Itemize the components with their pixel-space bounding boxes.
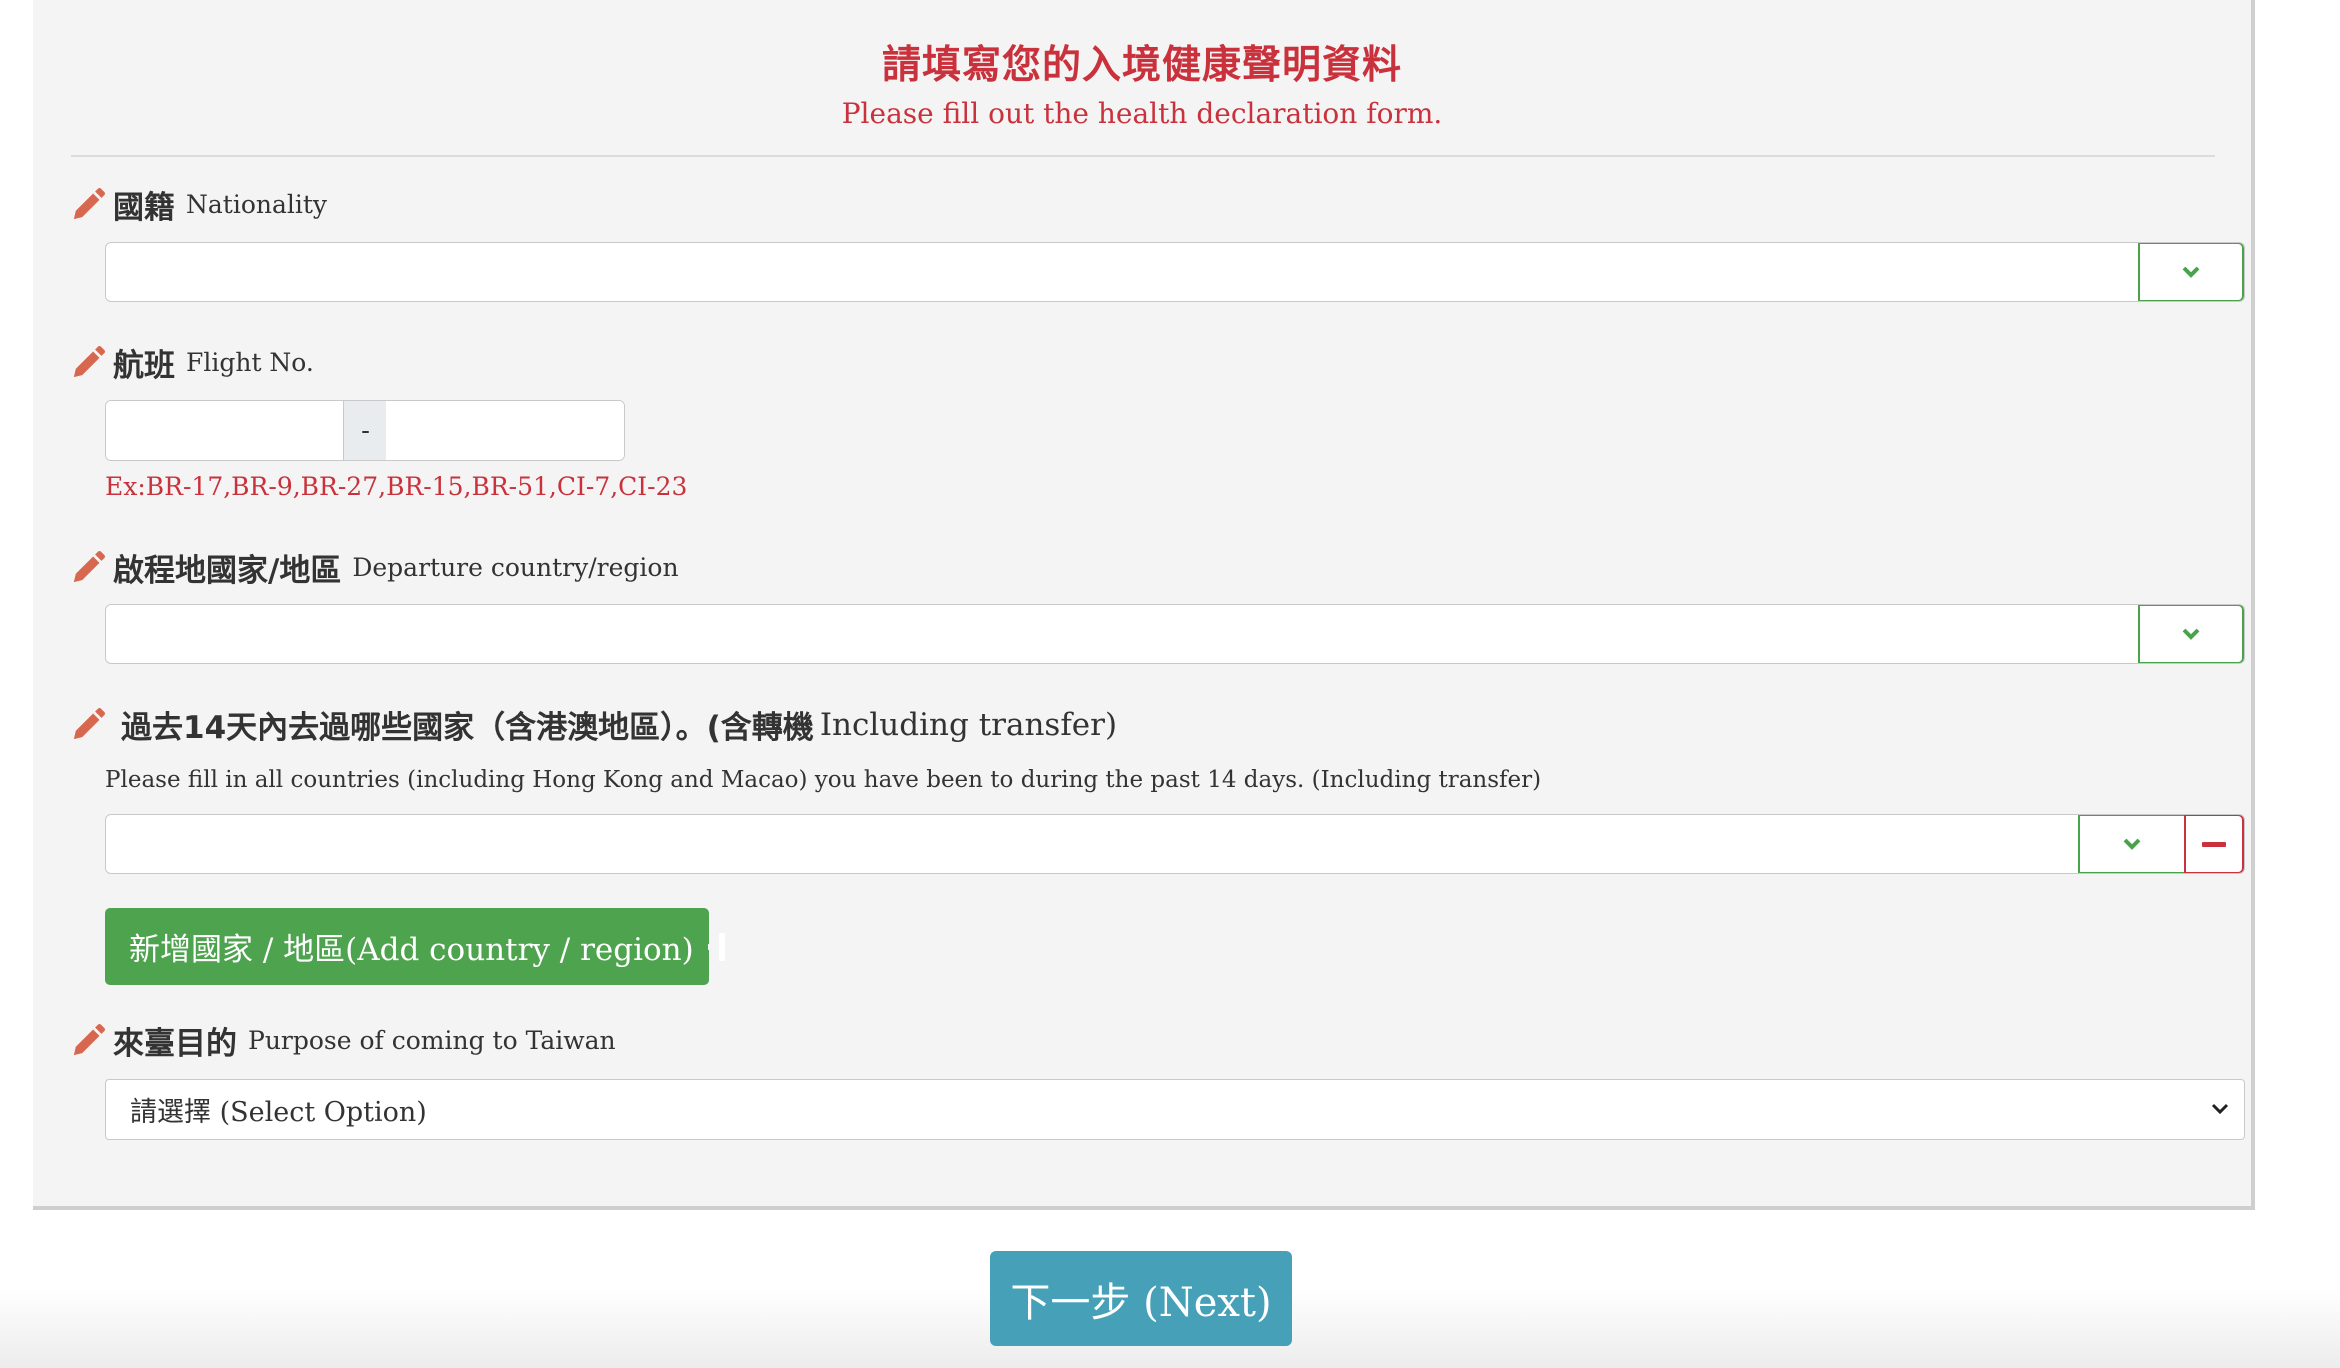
pencil-icon <box>73 1023 105 1055</box>
visited-countries-label: 過去14天內去過哪些國家（含港澳地區）。(含轉機 Including trans… <box>71 702 1117 747</box>
nationality-label-zh: 國籍 <box>113 190 175 226</box>
chevron-down-icon <box>2182 628 2200 640</box>
purpose-label: 來臺目的 Purpose of coming to Taiwan <box>71 1018 616 1063</box>
flight-label: 航班 Flight No. <box>71 340 314 385</box>
minus-icon <box>2202 841 2226 847</box>
pencil-icon <box>73 345 105 377</box>
nationality-label-en: Nationality <box>186 190 328 219</box>
purpose-selected-value: 請選擇 (Select Option) <box>130 1097 427 1128</box>
add-country-button-label: 新增國家 / 地區(Add country / region) <box>129 932 694 968</box>
declaration-form-panel: 請填寫您的入境健康聲明資料 Please fill out the health… <box>33 0 2255 1210</box>
purpose-label-en: Purpose of coming to Taiwan <box>248 1026 616 1055</box>
flight-label-zh: 航班 <box>113 348 175 384</box>
flight-separator: - <box>343 401 388 460</box>
nationality-combobox <box>105 242 2245 302</box>
chevron-down-icon <box>2123 838 2141 850</box>
nationality-label: 國籍 Nationality <box>71 182 327 227</box>
form-title-en: Please fill out the health declaration f… <box>841 97 1443 130</box>
nationality-dropdown-button[interactable] <box>2138 243 2244 301</box>
departure-label: 啟程地國家/地區 Departure country/region <box>71 545 679 590</box>
visited-country-dropdown-button[interactable] <box>2078 815 2186 873</box>
departure-dropdown-button[interactable] <box>2138 605 2244 663</box>
plus-icon <box>707 932 730 961</box>
next-button[interactable]: 下一步 (Next) <box>990 1251 1292 1346</box>
visited-countries-label-zh: 過去14天內去過哪些國家（含港澳地區）。(含轉機 <box>121 710 814 746</box>
purpose-select[interactable]: 請選擇 (Select Option) <box>105 1079 2245 1140</box>
visited-country-input[interactable] <box>106 815 2080 873</box>
visited-countries-help: Please fill in all countries (including … <box>105 767 1542 793</box>
flight-airline-input[interactable] <box>106 401 343 460</box>
remove-country-button[interactable] <box>2184 815 2244 873</box>
purpose-label-zh: 來臺目的 <box>113 1026 237 1062</box>
departure-label-en: Departure country/region <box>352 553 679 582</box>
chevron-down-icon <box>2182 266 2200 278</box>
flight-number-input[interactable] <box>386 401 624 460</box>
chevron-down-icon <box>2211 1103 2229 1115</box>
flight-number-group: - <box>105 400 625 461</box>
title-divider <box>71 155 2215 157</box>
flight-label-en: Flight No. <box>186 348 314 377</box>
pencil-icon <box>73 550 105 582</box>
visited-country-combobox <box>105 814 2245 874</box>
add-country-button[interactable]: 新增國家 / 地區(Add country / region) <box>105 908 730 985</box>
departure-label-zh: 啟程地國家/地區 <box>113 553 342 589</box>
flight-example-text: Ex:BR-17,BR-9,BR-27,BR-15,BR-51,CI-7,CI-… <box>105 472 688 501</box>
visited-countries-label-en: Including transfer) <box>819 706 1118 743</box>
nationality-input[interactable] <box>106 243 2139 301</box>
pencil-icon <box>73 707 105 739</box>
form-title-zh: 請填寫您的入境健康聲明資料 <box>881 43 1402 88</box>
departure-input[interactable] <box>106 605 2139 663</box>
departure-combobox <box>105 604 2245 664</box>
pencil-icon <box>73 187 105 219</box>
